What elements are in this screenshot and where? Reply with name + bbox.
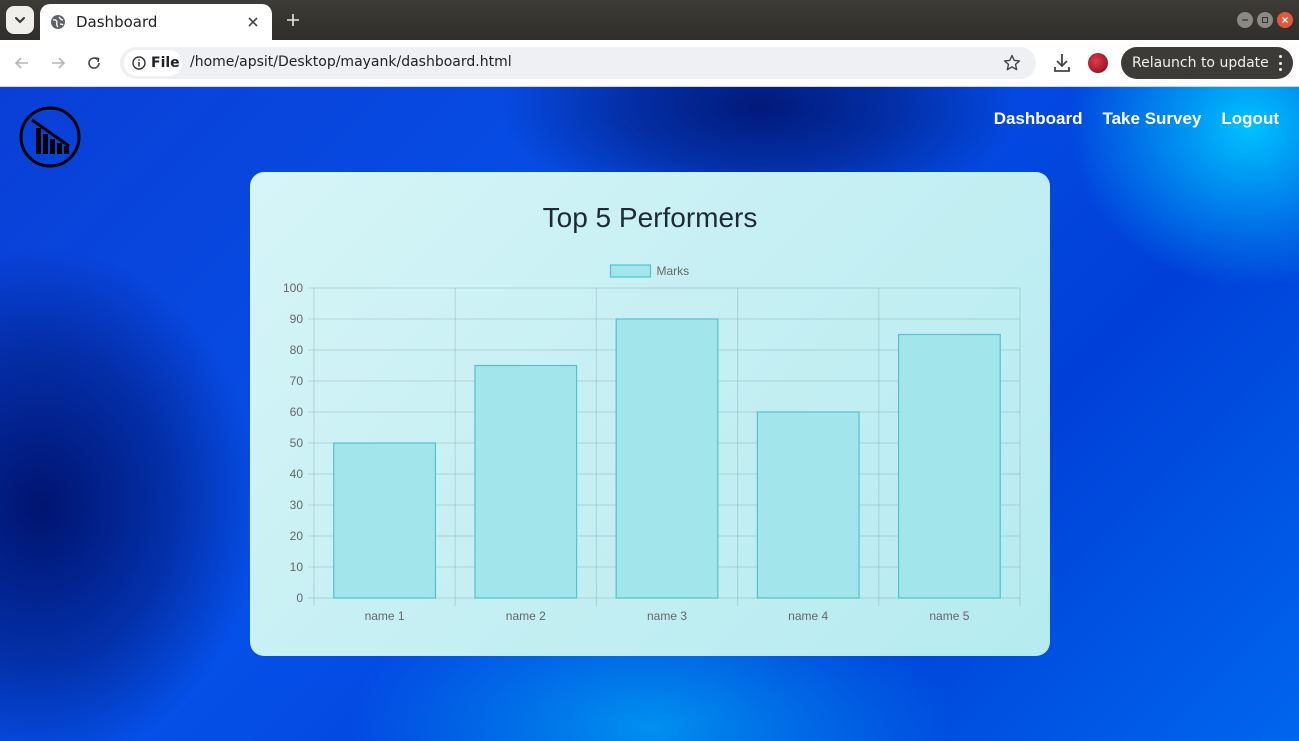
y-tick-label: 0 (296, 591, 303, 605)
x-tick-label: name 1 (365, 609, 405, 623)
y-tick-label: 100 (283, 281, 303, 295)
globe-icon (50, 14, 66, 30)
legend-label: Marks (657, 264, 690, 278)
tab-close-icon[interactable] (244, 13, 262, 31)
minimize-button[interactable] (1237, 12, 1253, 28)
browser-tab-dashboard[interactable]: Dashboard (40, 4, 272, 40)
browser-tab-bar: Dashboard (0, 0, 1299, 40)
legend-swatch (609, 264, 652, 278)
bar-name-5 (897, 333, 1001, 599)
y-tick-label: 80 (290, 343, 304, 357)
relaunch-label: Relaunch to update (1132, 55, 1269, 71)
y-tick-label: 70 (290, 374, 304, 388)
x-tick-label: name 4 (788, 609, 828, 623)
y-tick-label: 90 (290, 312, 304, 326)
close-icon (1282, 17, 1288, 23)
chevron-down-icon (15, 17, 25, 24)
site-chip-label: File (151, 55, 180, 71)
y-tick-label: 20 (290, 529, 304, 543)
address-bar[interactable]: File /home/apsit/Desktop/mayank/dashboar… (120, 47, 1036, 79)
relaunch-button[interactable]: Relaunch to update (1121, 47, 1293, 79)
profile-avatar[interactable] (1088, 53, 1108, 73)
performers-card: Top 5 Performers 0 10 20 30 40 50 60 70 80 90 100 n… (250, 172, 1050, 656)
main-nav: Dashboard Take Survey Logout (994, 109, 1279, 129)
page-content: Dashboard Take Survey Logout Top 5 Perfo… (0, 87, 1299, 741)
download-icon[interactable] (1052, 52, 1072, 74)
nav-dashboard-link[interactable]: Dashboard (994, 109, 1083, 129)
tab-search-button[interactable] (6, 6, 34, 34)
bar-name-4 (756, 411, 860, 599)
x-tick-label: name 5 (929, 609, 969, 623)
info-icon (132, 56, 146, 70)
new-tab-button[interactable] (282, 9, 304, 31)
bookmark-star-icon[interactable] (1002, 53, 1022, 73)
browser-toolbar: File /home/apsit/Desktop/mayank/dashboar… (0, 40, 1299, 87)
close-window-button[interactable] (1277, 12, 1293, 28)
bar-name-1 (333, 442, 437, 599)
y-tick-label: 30 (290, 498, 304, 512)
y-tick-label: 60 (290, 405, 304, 419)
x-tick-label: name 3 (647, 609, 687, 623)
x-tick-label: name 2 (506, 609, 546, 623)
tab-title: Dashboard (76, 13, 158, 31)
y-tick-label: 40 (290, 467, 304, 481)
window-controls (1237, 12, 1293, 28)
nav-logout-link[interactable]: Logout (1221, 109, 1279, 129)
bar-name-3 (615, 318, 719, 599)
logo[interactable] (19, 106, 81, 168)
minimize-icon (1242, 19, 1248, 21)
back-button[interactable] (11, 52, 33, 74)
url-text[interactable]: /home/apsit/Desktop/mayank/dashboard.htm… (190, 54, 512, 70)
reload-button[interactable] (83, 52, 105, 74)
reload-icon (88, 57, 100, 69)
nav-take-survey-link[interactable]: Take Survey (1102, 109, 1201, 129)
y-tick-label: 50 (290, 436, 304, 450)
maximize-icon (1262, 17, 1268, 23)
bar-chart: 0 10 20 30 40 50 60 70 80 90 100 name 1 name 2 name 3… (283, 264, 1021, 623)
forward-button[interactable] (47, 52, 69, 74)
bar-name-2 (474, 364, 578, 599)
y-tick-label: 10 (290, 560, 304, 574)
site-info-chip[interactable]: File (124, 50, 182, 76)
arrow-left-icon (14, 57, 28, 69)
chart-logo-icon (19, 106, 81, 168)
plus-icon (287, 14, 299, 26)
maximize-button[interactable] (1257, 12, 1273, 28)
more-menu-icon[interactable] (1279, 55, 1283, 71)
arrow-right-icon (52, 57, 66, 69)
